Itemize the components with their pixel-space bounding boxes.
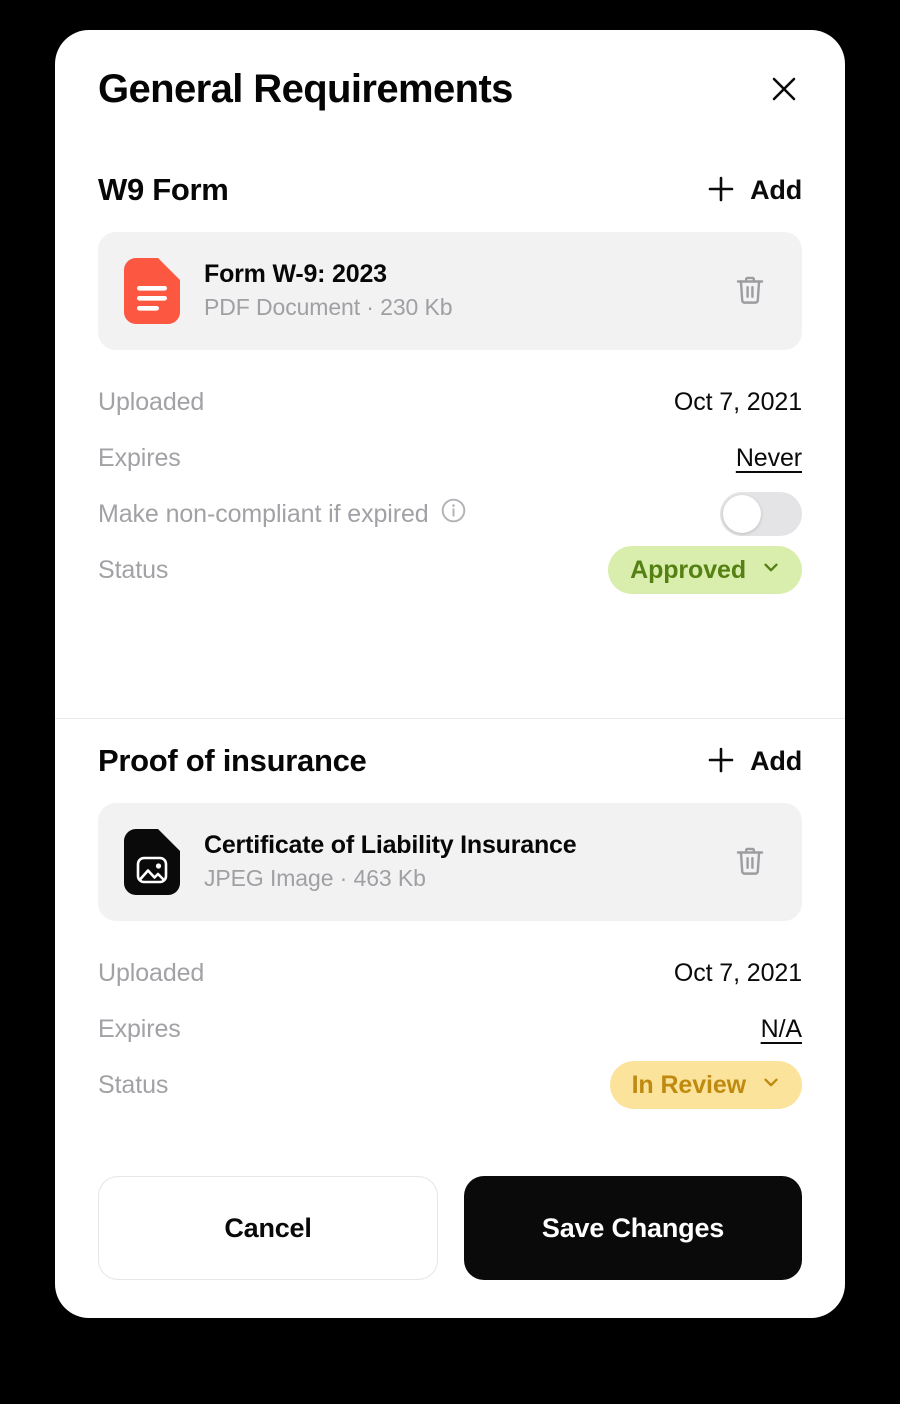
general-requirements-modal: General Requirements W9 Form Add Form W-… (55, 30, 845, 1318)
noncompliant-label: Make non-compliant if expired (98, 499, 429, 528)
expires-value-link[interactable]: Never (736, 444, 802, 473)
file-meta: Certificate of Liability Insurance JPEG … (204, 830, 702, 894)
save-changes-button[interactable]: Save Changes (464, 1176, 802, 1280)
add-w9-button[interactable]: Add (706, 170, 802, 211)
status-badge-label: In Review (631, 1070, 747, 1099)
delete-insurance-button[interactable] (726, 838, 774, 886)
expires-value-link[interactable]: N/A (761, 1015, 802, 1044)
row-status-insurance: Status In Review (98, 1057, 802, 1113)
screen-background: General Requirements W9 Form Add Form W-… (0, 0, 900, 1404)
uploaded-value: Oct 7, 2021 (673, 958, 802, 987)
noncompliant-label-group: Make non-compliant if expired (98, 497, 467, 531)
chevron-down-icon (760, 556, 782, 585)
info-icon[interactable] (440, 497, 467, 531)
modal-footer: Cancel Save Changes (98, 1176, 802, 1280)
row-expires-w9: Expires Never (98, 430, 802, 486)
uploaded-label: Uploaded (98, 958, 205, 987)
file-card-insurance[interactable]: Certificate of Liability Insurance JPEG … (98, 803, 802, 921)
close-button[interactable] (762, 67, 806, 111)
file-name: Form W-9: 2023 (204, 259, 387, 288)
add-button-label: Add (750, 174, 802, 205)
modal-header: General Requirements (55, 30, 845, 148)
page-title: General Requirements (98, 66, 513, 111)
row-expires-insurance: Expires N/A (98, 1001, 802, 1057)
pdf-document-icon (124, 258, 180, 324)
section-proof-of-insurance: Proof of insurance Add Certificate of Li… (55, 719, 845, 1113)
status-label: Status (98, 1070, 169, 1099)
close-icon (769, 74, 799, 104)
section-title: W9 Form (98, 172, 229, 207)
status-badge-in-review[interactable]: In Review (609, 1061, 802, 1109)
plus-icon (706, 745, 736, 778)
add-insurance-button[interactable]: Add (706, 741, 802, 782)
section-header: W9 Form Add (98, 148, 802, 232)
file-name: Certificate of Liability Insurance (204, 830, 577, 859)
row-status-w9: Status Approved (98, 542, 802, 598)
row-uploaded-insurance: Uploaded Oct 7, 2021 (98, 945, 802, 1001)
status-label: Status (98, 555, 169, 584)
file-card-w9[interactable]: Form W-9: 2023 PDF Document · 230 Kb (98, 232, 802, 350)
expires-label: Expires (98, 1014, 181, 1043)
expires-label: Expires (98, 443, 181, 472)
toggle-knob (723, 495, 761, 533)
section-w9-form: W9 Form Add Form W-9: 2023 PDF Document … (55, 148, 845, 598)
add-button-label: Add (750, 745, 802, 776)
trash-icon (733, 844, 767, 881)
section-title: Proof of insurance (98, 743, 367, 778)
status-badge-approved[interactable]: Approved (608, 546, 802, 594)
row-noncompliant-w9: Make non-compliant if expired (98, 486, 802, 542)
plus-icon (706, 174, 736, 207)
image-document-icon (124, 829, 180, 895)
uploaded-value: Oct 7, 2021 (673, 387, 802, 416)
cancel-button[interactable]: Cancel (98, 1176, 438, 1280)
uploaded-label: Uploaded (98, 387, 205, 416)
trash-icon (733, 273, 767, 310)
file-type-size: PDF Document · 230 Kb (204, 294, 453, 321)
chevron-down-icon (760, 1071, 782, 1100)
file-meta: Form W-9: 2023 PDF Document · 230 Kb (204, 259, 702, 323)
row-uploaded-w9: Uploaded Oct 7, 2021 (98, 374, 802, 430)
status-badge-label: Approved (630, 555, 746, 584)
delete-w9-button[interactable] (726, 267, 774, 315)
section-header: Proof of insurance Add (98, 719, 802, 803)
noncompliant-toggle[interactable] (720, 492, 802, 536)
file-type-size: JPEG Image · 463 Kb (204, 865, 426, 892)
